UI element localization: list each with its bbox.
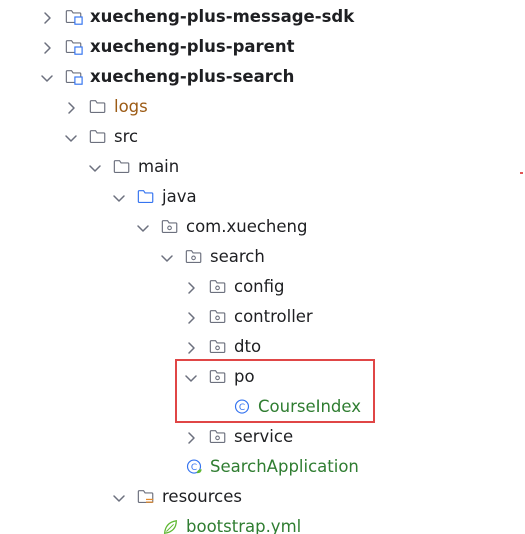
package-icon <box>208 308 228 326</box>
package-icon <box>184 248 204 266</box>
tree-item-resources[interactable]: resources <box>0 482 525 512</box>
svg-text:C: C <box>239 403 245 413</box>
source-folder-icon <box>136 188 156 206</box>
folder-icon <box>112 158 132 176</box>
package-icon <box>160 218 180 236</box>
tree-item-label: xuecheng-plus-search <box>90 67 295 86</box>
chevron-down-icon[interactable] <box>112 190 126 204</box>
folder-icon <box>88 98 108 116</box>
tree-item-dto[interactable]: dto <box>0 332 525 362</box>
chevron-down-icon[interactable] <box>88 160 102 174</box>
tree-item-label: resources <box>162 487 242 506</box>
tree-item-java[interactable]: java <box>0 182 525 212</box>
tree-item-label: po <box>234 367 255 386</box>
tree-item-label: logs <box>114 97 148 116</box>
spring-class-icon: C <box>184 458 204 476</box>
package-icon <box>208 368 228 386</box>
tree-item-label: search <box>210 247 265 266</box>
tree-item-src[interactable]: src <box>0 122 525 152</box>
tree-item-service[interactable]: service <box>0 422 525 452</box>
tree-item-label: bootstrap.yml <box>186 517 302 534</box>
chevron-right-icon[interactable] <box>40 40 54 54</box>
tree-item-label: dto <box>234 337 262 356</box>
tree-item-searchapplication[interactable]: C SearchApplication <box>0 452 525 482</box>
module-folder-icon <box>64 38 84 56</box>
chevron-right-icon[interactable] <box>184 310 198 324</box>
chevron-down-icon[interactable] <box>64 130 78 144</box>
tree-item-label: xuecheng-plus-message-sdk <box>90 7 355 26</box>
tree-item-label: CourseIndex <box>258 397 362 416</box>
package-icon <box>208 338 228 356</box>
tree-item-logs[interactable]: logs <box>0 92 525 122</box>
tree-item-label: service <box>234 427 294 446</box>
chevron-right-icon[interactable] <box>184 430 198 444</box>
tree-item-label: config <box>234 277 285 296</box>
svg-text:C: C <box>191 463 197 473</box>
folder-icon <box>88 128 108 146</box>
chevron-right-icon[interactable] <box>40 10 54 24</box>
tree-item-po[interactable]: po <box>0 362 525 392</box>
tree-item-xuecheng-plus-parent[interactable]: xuecheng-plus-parent <box>0 32 525 62</box>
tree-item-courseindex[interactable]: C CourseIndex <box>0 392 525 422</box>
chevron-down-icon[interactable] <box>40 70 54 84</box>
tree-item-xuecheng-plus-message-sdk[interactable]: xuecheng-plus-message-sdk <box>0 2 525 32</box>
tree-item-label: java <box>162 187 197 206</box>
tree-item-main[interactable]: main <box>0 152 525 182</box>
tree-item-label: src <box>114 127 139 146</box>
yaml-file-icon <box>160 518 180 534</box>
tree-item-search[interactable]: search <box>0 242 525 272</box>
chevron-down-icon[interactable] <box>136 220 150 234</box>
tree-item-xuecheng-plus-search[interactable]: xuecheng-plus-search <box>0 62 525 92</box>
tree-item-label: SearchApplication <box>210 457 359 476</box>
tree-item-label: main <box>138 157 180 176</box>
chevron-right-icon[interactable] <box>184 280 198 294</box>
module-folder-icon <box>64 8 84 26</box>
tree-item-controller[interactable]: controller <box>0 302 525 332</box>
tree-item-label: controller <box>234 307 313 326</box>
package-icon <box>208 278 228 296</box>
package-icon <box>208 428 228 446</box>
class-icon: C <box>232 398 252 416</box>
tree-item-config[interactable]: config <box>0 272 525 302</box>
chevron-down-icon[interactable] <box>160 250 174 264</box>
module-folder-icon <box>64 68 84 86</box>
chevron-down-icon[interactable] <box>112 490 126 504</box>
tree-item-label: xuecheng-plus-parent <box>90 37 295 56</box>
tree-item-com-xuecheng[interactable]: com.xuecheng <box>0 212 525 242</box>
project-tree: xuecheng-plus-message-sdk xuecheng-plus-p… <box>0 0 525 534</box>
chevron-right-icon[interactable] <box>184 340 198 354</box>
chevron-right-icon[interactable] <box>64 100 78 114</box>
chevron-down-icon[interactable] <box>184 370 198 384</box>
tree-item-bootstrap-yml[interactable]: bootstrap.yml <box>0 512 525 534</box>
tree-item-label: com.xuecheng <box>186 217 308 236</box>
resources-folder-icon <box>136 488 156 506</box>
